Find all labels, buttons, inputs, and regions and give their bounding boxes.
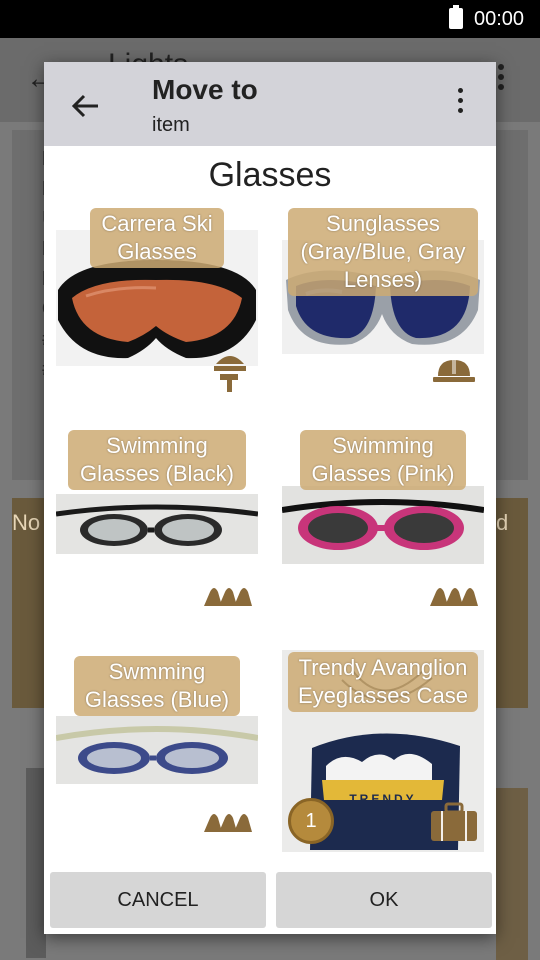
background-more-icon xyxy=(496,64,506,94)
cancel-button[interactable]: CANCEL xyxy=(50,872,266,928)
item-photo xyxy=(56,716,258,784)
background-card-label: d xyxy=(496,510,509,535)
ok-button[interactable]: OK xyxy=(276,872,492,928)
move-to-dialog: Move to item Glasses Carrera Ski Glasses xyxy=(44,62,496,934)
item-trendy-eyeglasses-case[interactable]: TRENDY Trendy Avanglion Eyeglasses Case … xyxy=(282,650,484,854)
quantity-badge: 1 xyxy=(288,798,334,844)
item-swimming-glasses-black[interactable]: Swimming Glasses (Black) xyxy=(56,430,258,630)
background-card-label: No xyxy=(12,510,41,535)
category-title: Glasses xyxy=(208,156,332,194)
waves-icon xyxy=(430,582,478,613)
dialog-title: Move to xyxy=(152,74,258,105)
item-swimming-glasses-blue[interactable]: Swmming Glasses (Blue) xyxy=(56,656,258,856)
item-photo xyxy=(282,486,484,564)
hard-hat-icon xyxy=(432,358,476,389)
item-label: Swimming Glasses (Black) xyxy=(68,430,246,490)
item-label: Carrera Ski Glasses xyxy=(90,208,224,268)
status-bar: 00:00 xyxy=(0,0,540,38)
item-label: Swimming Glasses (Pink) xyxy=(300,430,466,490)
back-arrow-icon[interactable] xyxy=(66,86,106,126)
item-photo xyxy=(56,494,258,554)
clock: 00:00 xyxy=(474,8,525,30)
ski-lift-icon xyxy=(212,346,248,399)
more-options-icon[interactable] xyxy=(448,88,472,120)
item-label: Trendy Avanglion Eyeglasses Case xyxy=(288,652,478,712)
waves-icon xyxy=(204,808,252,839)
dialog-subtitle: item xyxy=(152,114,190,136)
suitcase-icon xyxy=(430,802,478,847)
item-sunglasses-gray-blue[interactable]: Sunglasses (Gray/Blue, Gray Lenses) xyxy=(282,204,484,404)
background-card xyxy=(26,768,46,958)
waves-icon xyxy=(204,582,252,613)
battery-icon xyxy=(449,5,463,29)
background-card xyxy=(496,788,528,960)
dialog-header: Move to item xyxy=(44,62,496,146)
item-carrera-ski-glasses[interactable]: Carrera Ski Glasses xyxy=(56,204,258,404)
item-label: Sunglasses (Gray/Blue, Gray Lenses) xyxy=(288,208,478,296)
item-swimming-glasses-pink[interactable]: Swimming Glasses (Pink) xyxy=(282,430,484,630)
item-label: Swmming Glasses (Blue) xyxy=(74,656,240,716)
